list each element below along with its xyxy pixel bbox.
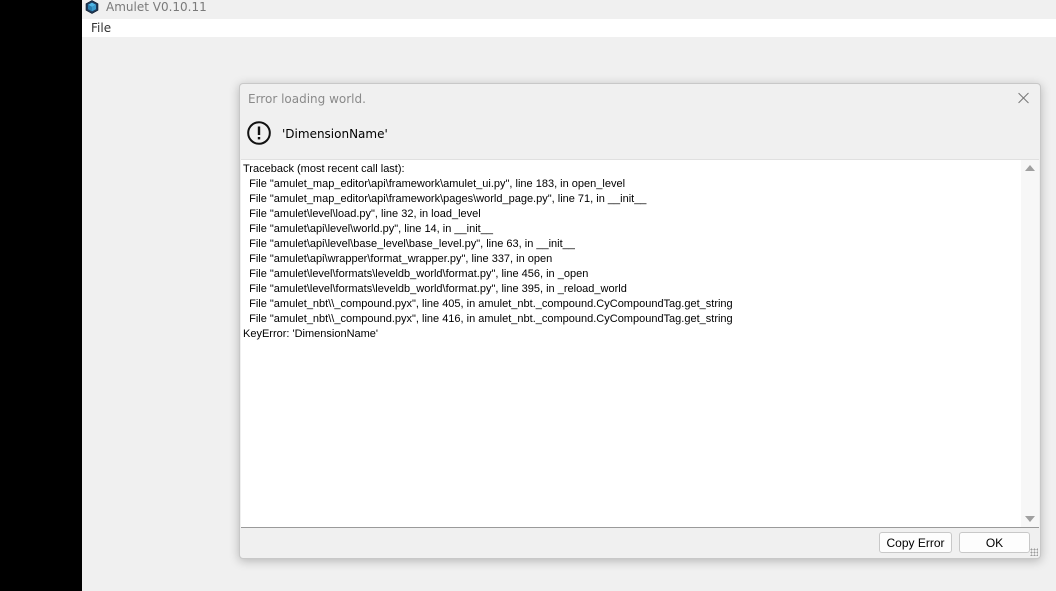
dialog-title: Error loading world.	[248, 92, 366, 106]
traceback-text-area[interactable]: Traceback (most recent call last): File …	[241, 159, 1039, 528]
desktop-background	[0, 0, 82, 591]
amulet-cube-icon	[85, 0, 99, 14]
error-message: 'DimensionName'	[282, 127, 388, 141]
scroll-down-arrow-icon[interactable]	[1025, 516, 1035, 522]
menu-bar: File	[82, 19, 1056, 37]
scroll-up-arrow-icon[interactable]	[1025, 165, 1035, 171]
resize-grip-icon[interactable]	[1030, 548, 1038, 556]
menu-file[interactable]: File	[89, 21, 113, 35]
window-title: Amulet V0.10.11	[106, 0, 207, 14]
title-bar: Amulet V0.10.11	[82, 0, 1056, 17]
exclamation-circle-icon	[247, 121, 271, 145]
ok-button[interactable]: OK	[959, 532, 1030, 553]
traceback-text: Traceback (most recent call last): File …	[243, 163, 733, 340]
app-window: Amulet V0.10.11 File Error loading world…	[82, 0, 1056, 591]
vertical-scrollbar[interactable]	[1021, 160, 1039, 527]
close-icon[interactable]	[1016, 90, 1032, 106]
copy-error-button[interactable]: Copy Error	[879, 532, 952, 553]
error-dialog: Error loading world. 'DimensionName' Tra…	[239, 83, 1041, 559]
